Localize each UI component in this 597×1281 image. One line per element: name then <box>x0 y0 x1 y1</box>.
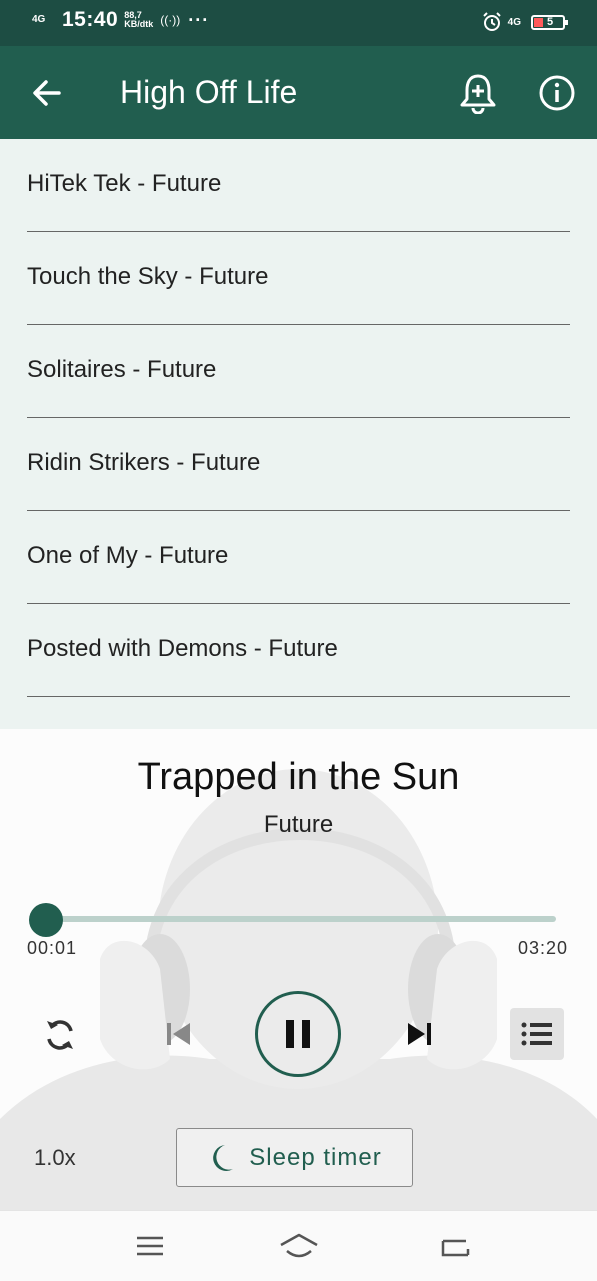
track-label: Ridin Strikers - Future <box>27 449 261 476</box>
menu-icon[interactable] <box>132 1231 168 1261</box>
alarm-icon <box>482 12 501 31</box>
track-label: Posted with Demons - Future <box>27 635 338 662</box>
current-time: 00:01 <box>27 938 78 958</box>
track-label: HiTek Tek - Future <box>27 170 222 197</box>
track-item[interactable]: Ridin Strikers - Future <box>27 418 570 511</box>
hotspot-icon: ((·)) <box>160 13 181 27</box>
system-nav-bar <box>0 1210 597 1281</box>
battery-level: 5 <box>547 15 554 28</box>
repeat-button[interactable] <box>40 1015 80 1055</box>
battery-icon: 5 <box>531 14 568 30</box>
track-item[interactable]: Touch the Sky - Future <box>27 232 570 325</box>
previous-button[interactable] <box>160 1016 196 1052</box>
network-speed-unit: KB/dtk <box>124 19 154 29</box>
total-time: 03:20 <box>517 938 568 958</box>
app-bar: High Off Life <box>0 46 597 139</box>
more-notifications: ··· <box>188 9 210 30</box>
pause-button[interactable] <box>255 991 341 1077</box>
network-4g: 4G <box>507 16 521 28</box>
track-label: One of My - Future <box>27 542 229 569</box>
track-item[interactable]: Posted with Demons - Future <box>27 604 570 697</box>
network-type: 4G <box>32 14 46 25</box>
page-title: High Off Life <box>120 74 298 110</box>
song-artist: Future <box>263 811 334 838</box>
playback-speed-button[interactable]: 1.0x <box>34 1145 76 1171</box>
moon-icon <box>213 1144 234 1171</box>
sleep-timer-button[interactable]: Sleep timer <box>176 1128 413 1187</box>
seek-thumb[interactable] <box>28 903 63 937</box>
status-bar: 4G 15:40 88,7 KB/dtk ((·)) ··· 4G 5 <box>0 0 597 46</box>
status-time: 15:40 <box>62 8 119 31</box>
track-label: Solitaires - Future <box>27 356 217 383</box>
skip-next-icon <box>408 1023 431 1045</box>
sleep-timer-label: Sleep timer <box>249 1143 382 1171</box>
queue-button[interactable] <box>510 1008 564 1060</box>
pause-icon <box>286 1020 310 1048</box>
track-item[interactable]: One of My - Future <box>27 511 570 604</box>
home-icon[interactable] <box>278 1231 320 1261</box>
back-nav-icon[interactable] <box>438 1231 474 1261</box>
network-speed: 88,7 KB/dtk <box>124 11 158 29</box>
seek-bar[interactable] <box>42 916 556 922</box>
info-icon[interactable] <box>538 74 576 112</box>
next-button[interactable] <box>402 1016 438 1052</box>
bell-plus-icon[interactable] <box>458 72 498 114</box>
now-playing-panel: Trapped in the Sun Future 00:01 03:20 1.… <box>0 729 597 1210</box>
track-label: Touch the Sky - Future <box>27 263 269 290</box>
repeat-icon <box>47 1020 73 1050</box>
skip-previous-icon <box>167 1023 190 1045</box>
song-title: Trapped in the Sun <box>137 756 460 798</box>
track-item[interactable]: HiTek Tek - Future <box>27 139 570 232</box>
track-item[interactable]: Solitaires - Future <box>27 325 570 418</box>
back-arrow-icon[interactable] <box>28 74 66 112</box>
track-list: HiTek Tek - Future Touch the Sky - Futur… <box>0 139 597 729</box>
list-icon <box>521 1022 552 1046</box>
